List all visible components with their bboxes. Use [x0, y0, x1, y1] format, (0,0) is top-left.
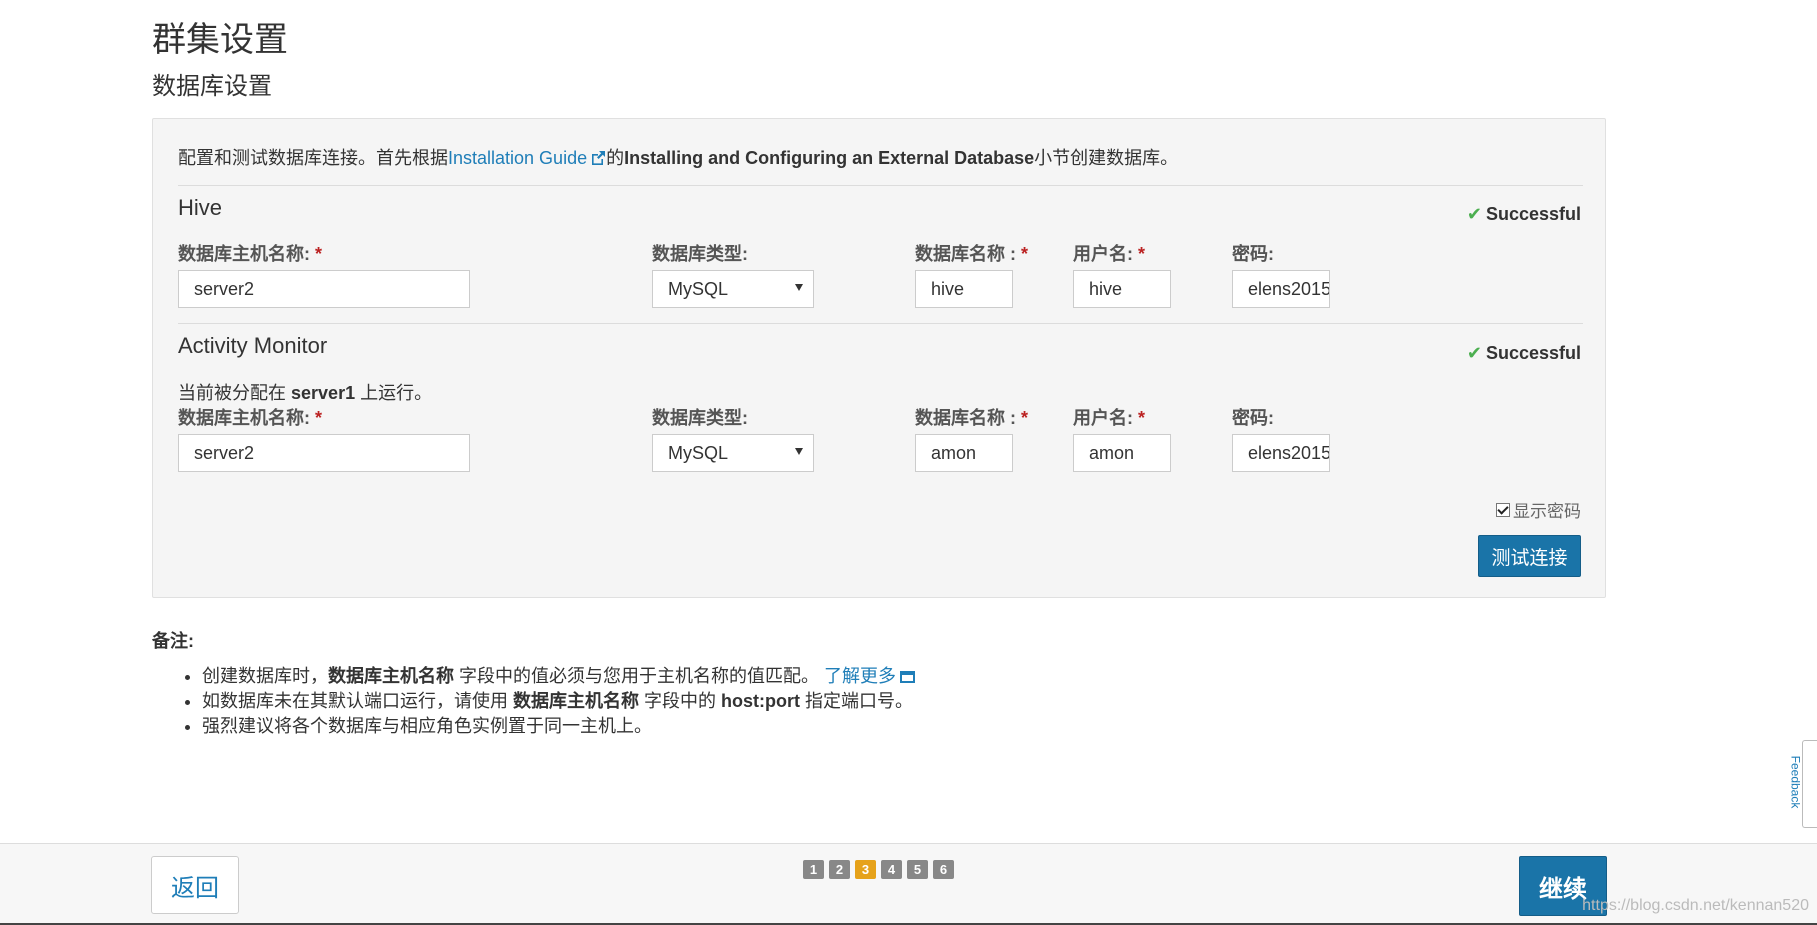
note-text: 创建数据库时， [202, 666, 328, 686]
amon-host-label: 数据库主机名称: * [178, 404, 322, 430]
note-text: 如数据库未在其默认端口运行，请使用 [202, 691, 513, 711]
external-link-icon [592, 151, 606, 165]
step-6: 6 [933, 860, 954, 879]
step-1: 1 [803, 860, 824, 879]
hive-host-input[interactable]: server2 [178, 270, 470, 308]
amon-status-text: Successful [1485, 343, 1581, 363]
checkbox-checked-icon[interactable] [1496, 502, 1510, 517]
amon-password-input[interactable]: elens2015 [1232, 434, 1330, 472]
learn-more-link[interactable]: 了解更多 [824, 666, 915, 686]
note-bold: host:port [721, 691, 800, 711]
learn-more-label: 了解更多 [824, 666, 896, 686]
test-connection-button[interactable]: 测试连接 [1478, 535, 1581, 577]
intro-middle: 的 [606, 148, 625, 168]
step-4: 4 [881, 860, 902, 879]
hive-user-input[interactable]: hive [1073, 270, 1171, 308]
amon-status: ✔ Successful [1467, 343, 1581, 364]
hive-type-label: 数据库类型: [652, 244, 748, 264]
amon-password-label: 密码: [1232, 408, 1274, 428]
page-title: 群集设置 [152, 21, 288, 59]
intro-text: 配置和测试数据库连接。首先根据Installation Guide 的Instal… [178, 144, 1178, 170]
hive-password-input[interactable]: elens2015 [1232, 270, 1330, 308]
list-item: 创建数据库时，数据库主机名称 字段中的值必须与您用于主机名称的值匹配。 了解更多 [202, 664, 915, 689]
feedback-label: Feedback [1788, 755, 1803, 809]
amon-user-label: 用户名: * [1073, 404, 1145, 430]
amon-dbname-label: 数据库名称 : * [915, 404, 1028, 430]
installation-guide-link-label: Installation Guide [448, 148, 588, 168]
label-text: 数据库主机名称: [178, 244, 310, 264]
hive-dbname-label: 数据库名称 : * [915, 240, 1028, 266]
assigned-prefix: 当前被分配在 [178, 383, 292, 403]
list-item: 如数据库未在其默认端口运行，请使用 数据库主机名称 字段中的 host:port… [202, 689, 915, 714]
note-text: 指定端口号。 [800, 691, 914, 711]
popup-window-icon [900, 671, 915, 683]
amon-host-input[interactable]: server2 [178, 434, 470, 472]
hive-type-value: MySQL [668, 279, 729, 299]
watermark: https://blog.csdn.net/kennan520 [1582, 897, 1809, 914]
section-title: 数据库设置 [152, 73, 272, 100]
note-bold: 数据库主机名称 [513, 691, 639, 711]
step-indicator: 1 2 3 4 5 6 [803, 860, 954, 879]
amon-db-title: Activity Monitor [178, 333, 328, 358]
required-mark: * [315, 408, 323, 428]
assigned-host: server1 [291, 383, 356, 403]
note-bold: 数据库主机名称 [328, 666, 454, 686]
amon-type-select[interactable]: MySQL [652, 434, 814, 472]
notes-list: 创建数据库时，数据库主机名称 字段中的值必须与您用于主机名称的值匹配。 了解更多… [152, 664, 915, 739]
feedback-tab[interactable]: Feedback [1788, 740, 1817, 828]
required-mark: * [315, 244, 323, 264]
back-button[interactable]: 返回 [151, 856, 239, 914]
hive-user-label: 用户名: * [1073, 240, 1145, 266]
hive-status-text: Successful [1485, 204, 1581, 224]
show-password-label: 显示密码 [1513, 502, 1581, 521]
checkmark-icon: ✔ [1466, 204, 1482, 224]
step-2: 2 [829, 860, 850, 879]
required-mark: * [1021, 408, 1029, 428]
intro-prefix: 配置和测试数据库连接。首先根据 [178, 148, 448, 168]
amon-type-label: 数据库类型: [652, 408, 748, 428]
required-mark: * [1021, 244, 1029, 264]
amon-user-input[interactable]: amon [1073, 434, 1171, 472]
label-text: 数据库名称 : [915, 244, 1016, 264]
database-settings-panel: 配置和测试数据库连接。首先根据Installation Guide 的Instal… [152, 118, 1606, 598]
note-text: 字段中的 [639, 691, 722, 711]
show-password-checkbox[interactable]: 显示密码 [1496, 497, 1581, 522]
assigned-suffix: 上运行。 [355, 383, 433, 403]
hive-db-title: Hive [178, 195, 223, 220]
caret-down-icon [795, 448, 803, 455]
label-text: 数据库名称 : [915, 408, 1016, 428]
hive-type-select[interactable]: MySQL [652, 270, 814, 308]
amon-assigned-text: 当前被分配在 server1 上运行。 [178, 379, 432, 405]
required-mark: * [1138, 244, 1146, 264]
caret-down-icon [795, 284, 803, 291]
hive-dbname-input[interactable]: hive [915, 270, 1013, 308]
divider [178, 185, 1583, 186]
note-text: 字段中的值必须与您用于主机名称的值匹配。 [454, 666, 824, 686]
label-text: 用户名: [1073, 244, 1133, 264]
step-5: 5 [907, 860, 928, 879]
hive-status: ✔ Successful [1467, 204, 1581, 225]
intro-bold-section: Installing and Configuring an External D… [624, 148, 1035, 168]
step-3-active: 3 [855, 860, 876, 879]
hive-password-label: 密码: [1232, 244, 1274, 264]
checkmark-icon: ✔ [1466, 343, 1482, 363]
note-text: 强烈建议将各个数据库与相应角色实例置于同一主机上。 [202, 716, 652, 736]
notes-title: 备注: [152, 631, 194, 651]
amon-type-value: MySQL [668, 443, 729, 463]
divider [178, 323, 1583, 324]
hive-host-label: 数据库主机名称: * [178, 240, 322, 266]
label-text: 用户名: [1073, 408, 1133, 428]
footer-bar: 返回 1 2 3 4 5 6 继续 https://blog.csdn.net/… [0, 843, 1817, 925]
intro-suffix: 小节创建数据库。 [1034, 148, 1179, 168]
list-item: 强烈建议将各个数据库与相应角色实例置于同一主机上。 [202, 714, 915, 739]
installation-guide-link[interactable]: Installation Guide [448, 148, 606, 168]
label-text: 数据库主机名称: [178, 408, 310, 428]
amon-dbname-input[interactable]: amon [915, 434, 1013, 472]
required-mark: * [1138, 408, 1146, 428]
